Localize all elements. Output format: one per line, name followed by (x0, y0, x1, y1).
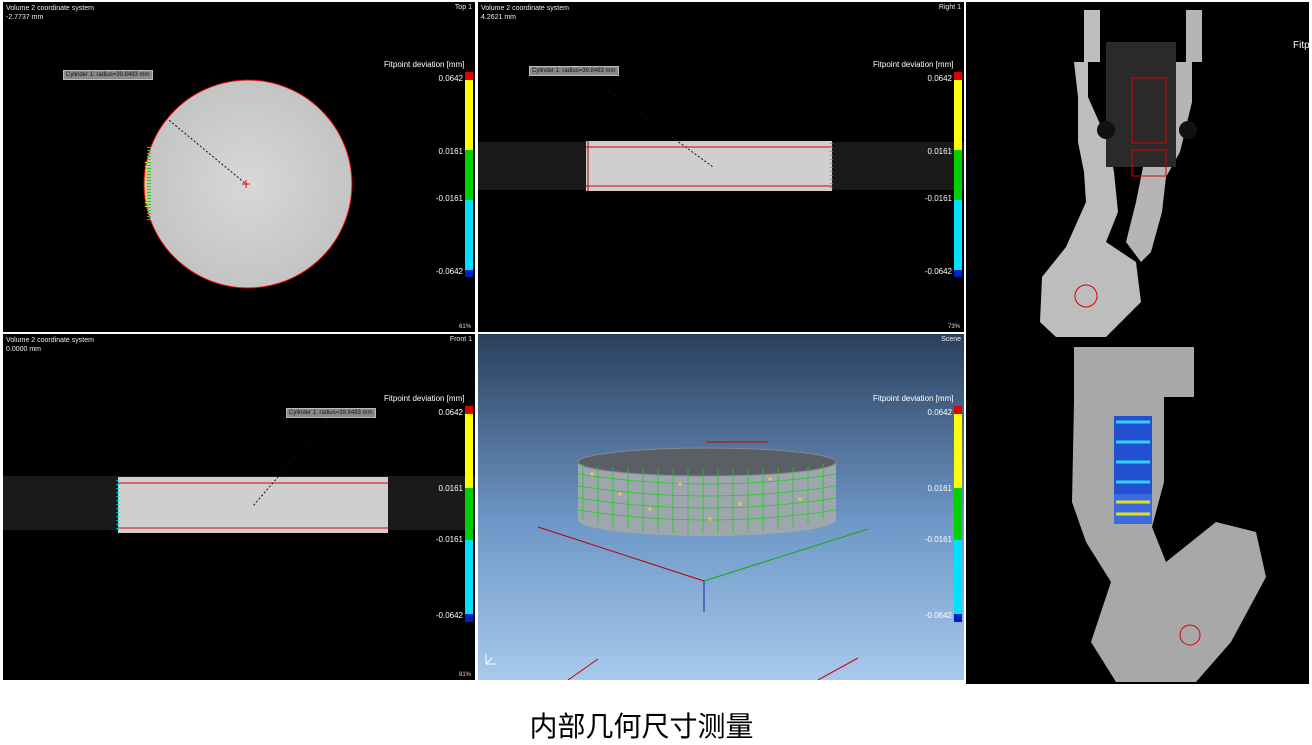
radius-callout[interactable]: Cylinder 1: radius=39.8483 mm (529, 66, 619, 76)
figure-caption: 内部几何尺寸测量 (529, 710, 754, 743)
fitpoint-title: Fitpoint deviation [mm] (384, 60, 465, 69)
scale-tick-max: 0.0642 (927, 74, 952, 83)
viewport-right[interactable]: Volume 2 coordinate system 4.2621 mm Rig… (478, 2, 964, 332)
fitpoint-title: Fitpoint deviation [mm] (873, 394, 954, 403)
scale-tick-min: -0.0642 (924, 267, 952, 276)
scale-tick-max: 0.0642 (438, 408, 463, 417)
scale-tick-max: 0.0642 (438, 74, 463, 83)
scale-tick-upper: 0.0161 (927, 484, 952, 493)
fitpoint-title: Fitpoint deviation [mm] (873, 60, 954, 69)
scale-tick-lower: -0.0161 (435, 535, 463, 544)
viewport-name: Top 1 (454, 4, 472, 11)
viewport-header: Volume 2 coordinate system 4.2621 mm (481, 5, 569, 21)
axis-triad-icon (485, 654, 496, 665)
scale-tick-lower: -0.0161 (924, 535, 952, 544)
right-view-canvas (478, 75, 964, 191)
fitpoint-color-scale (954, 406, 962, 622)
fitpoint-color-scale (465, 72, 473, 277)
radius-callout[interactable]: Cylinder 1: radius=39.8483 mm (286, 408, 376, 418)
scene-canvas (485, 441, 869, 680)
scale-tick-lower: -0.0161 (924, 194, 952, 203)
front-view-canvas (3, 418, 475, 533)
scale-tick-upper: 0.0161 (438, 484, 463, 493)
scale-tick-max: 0.0642 (927, 408, 952, 417)
fitpoint-color-scale (465, 406, 473, 622)
viewport-name: Front 1 (449, 336, 472, 343)
top-view-canvas (122, 79, 353, 289)
cylinder-side (586, 141, 832, 191)
viewport-header: Volume 2 coordinate system -2.7737 mm (6, 5, 94, 21)
radius-callout[interactable]: Cylinder 1: radius=39.8483 mm (63, 70, 153, 80)
scale-tick-min: -0.0642 (924, 611, 952, 620)
viewport-name: Scene (941, 336, 961, 343)
viewport-scene[interactable]: Scene Fitpoint deviation [mm] 0.0642 0.0… (478, 334, 964, 680)
scale-tick-min: -0.0642 (435, 611, 463, 620)
viewport-top[interactable]: Volume 2 coordinate system -2.7737 mm To… (3, 2, 475, 332)
scale-tick-upper: 0.0161 (438, 147, 463, 156)
cylinder-side (118, 477, 388, 533)
fitpoint-title: Fitpoint deviation [mm] (384, 394, 465, 403)
part-render-bottom (1072, 347, 1266, 682)
zoom-level: 73% (947, 324, 960, 330)
scale-tick-min: -0.0642 (435, 267, 463, 276)
fitpoint-color-scale (954, 72, 962, 277)
zoom-level: 81% (458, 672, 471, 678)
viewport-name: Right 1 (938, 4, 961, 11)
cylinder-3d (577, 447, 837, 536)
scale-tick-lower: -0.0161 (435, 194, 463, 203)
viewport-header: Volume 2 coordinate system 0.0000 mm (6, 337, 94, 353)
scale-tick-upper: 0.0161 (927, 147, 952, 156)
side-panel: Fitp (966, 2, 1309, 684)
side-panel-label: Fitp (1293, 40, 1309, 51)
zoom-level: 61% (458, 324, 471, 330)
viewport-front[interactable]: Volume 2 coordinate system 0.0000 mm Fro… (3, 334, 475, 680)
